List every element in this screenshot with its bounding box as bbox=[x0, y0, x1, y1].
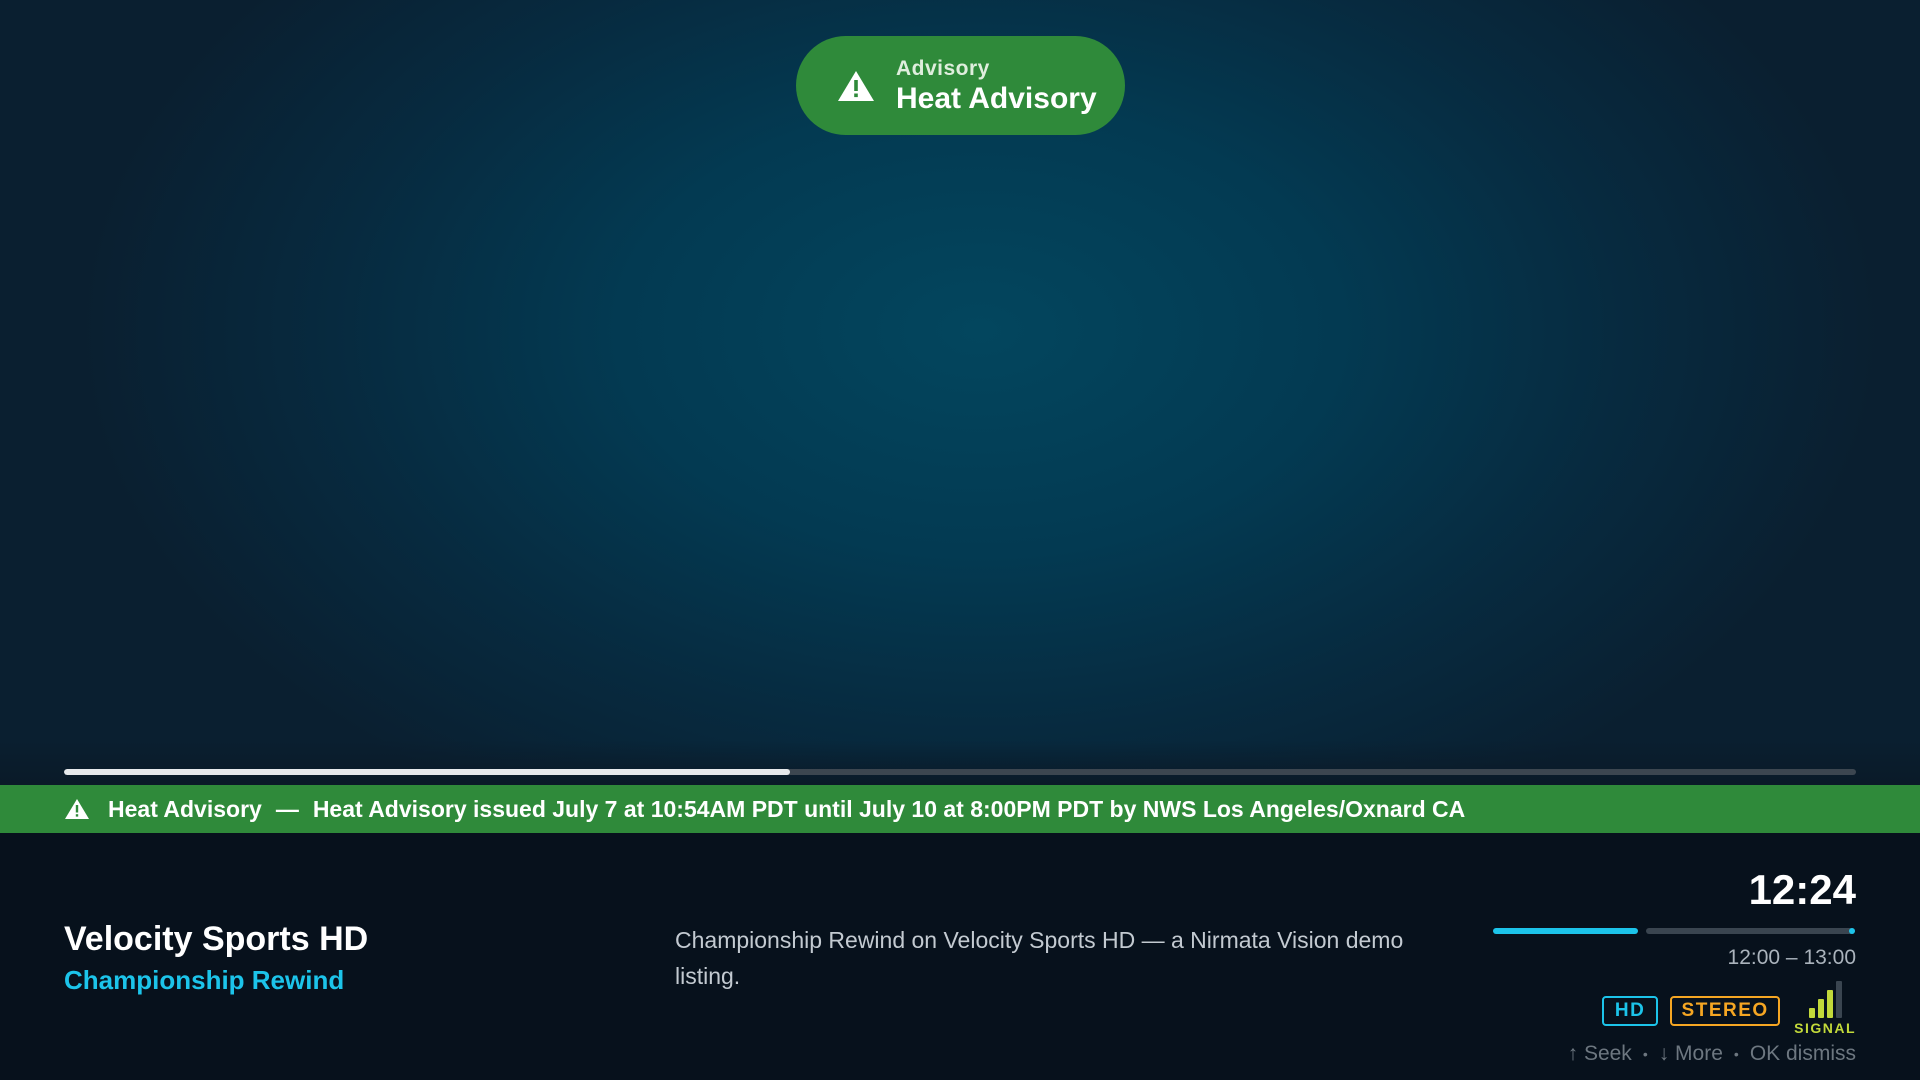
seek-bar[interactable] bbox=[64, 769, 1856, 775]
alert-pill-text: Advisory Heat Advisory bbox=[896, 56, 1097, 116]
channel-name: Velocity Sports HD bbox=[64, 920, 369, 958]
ticker-title: Heat Advisory bbox=[108, 795, 262, 822]
status-badges: HD STEREO SIGNAL bbox=[1602, 980, 1856, 1036]
warning-triangle-icon bbox=[64, 797, 92, 821]
program-progress-fill bbox=[1493, 928, 1638, 934]
stereo-badge: STEREO bbox=[1670, 996, 1781, 1026]
signal-bar bbox=[1835, 981, 1842, 1018]
program-description: Championship Rewind on Velocity Sports H… bbox=[675, 927, 1404, 989]
signal-indicator: SIGNAL bbox=[1794, 980, 1856, 1036]
seek-bar-fill bbox=[64, 769, 790, 775]
bottom-gradient bbox=[0, 740, 1920, 785]
hint-more: ↓ More bbox=[1658, 1042, 1723, 1065]
program-title: Championship Rewind bbox=[64, 965, 345, 995]
hint-seek: ↑ Seek bbox=[1567, 1042, 1632, 1065]
signal-bar bbox=[1817, 999, 1824, 1018]
hint-dismiss: OK dismiss bbox=[1749, 1042, 1856, 1065]
program-progress-end-marker bbox=[1849, 928, 1855, 934]
program-time-range: 12:00 – 13:00 bbox=[1727, 946, 1856, 969]
remote-hints: ↑ Seek • ↓ More • OK dismiss bbox=[1568, 1042, 1856, 1066]
signal-bar bbox=[1826, 990, 1833, 1018]
signal-bars-icon bbox=[1807, 980, 1843, 1018]
ticker-message: Heat Advisory issued July 7 at 10:54AM P… bbox=[312, 795, 1466, 822]
tv-player-screen: Advisory Heat Advisory Heat Advisory — H… bbox=[0, 0, 1920, 1080]
hint-separator: • bbox=[1733, 1046, 1739, 1062]
alert-title: Heat Advisory bbox=[896, 81, 1097, 115]
alert-pill[interactable]: Advisory Heat Advisory bbox=[796, 36, 1125, 135]
alert-kicker: Advisory bbox=[896, 56, 990, 80]
alert-ticker: Heat Advisory — Heat Advisory issued Jul… bbox=[0, 785, 1920, 833]
hd-badge: HD bbox=[1602, 996, 1659, 1026]
signal-label: SIGNAL bbox=[1794, 1020, 1856, 1036]
warning-triangle-icon bbox=[836, 68, 876, 104]
clock: 12:24 bbox=[1748, 866, 1856, 913]
program-progress-bar bbox=[1493, 928, 1855, 934]
ticker-separator: — bbox=[275, 795, 299, 822]
signal-bar bbox=[1808, 1008, 1815, 1018]
hint-separator: • bbox=[1642, 1046, 1648, 1062]
program-progress-remaining bbox=[1646, 928, 1855, 934]
